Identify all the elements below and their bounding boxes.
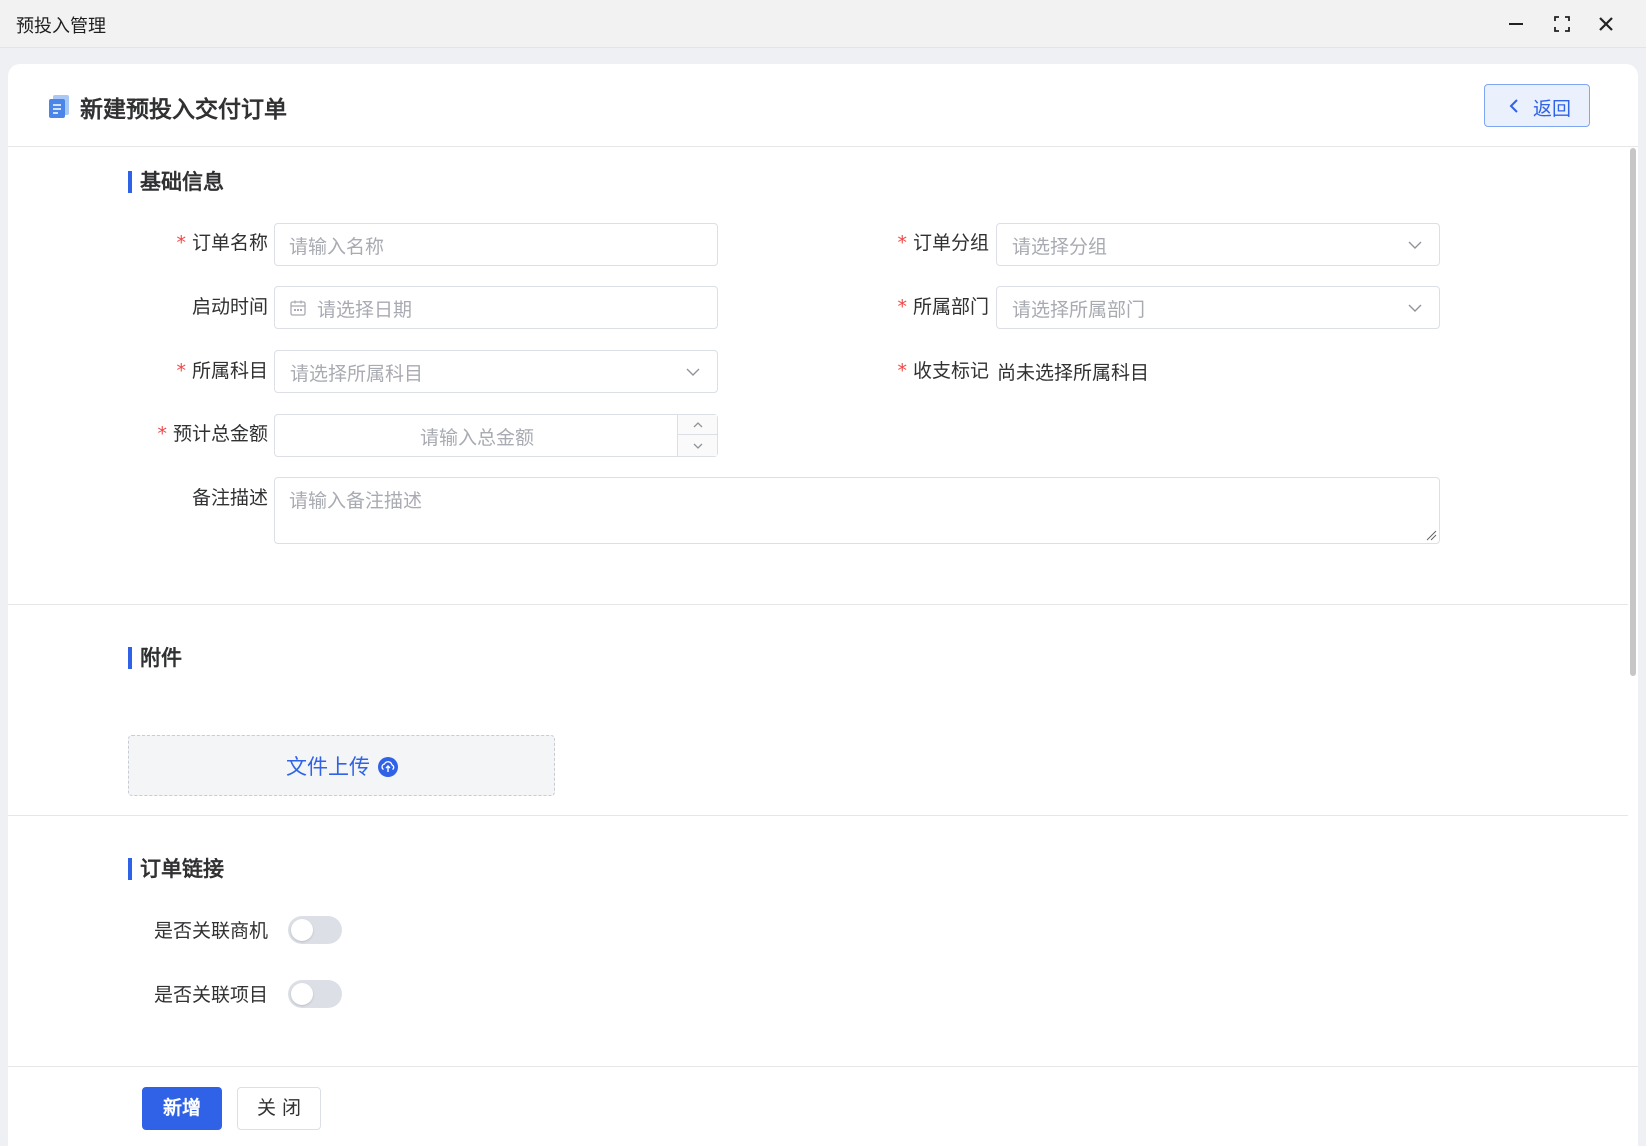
form-footer: 新增 关 闭 [8, 1066, 1638, 1146]
required-mark: * [897, 360, 907, 382]
section-title-basic: 基础信息 [128, 170, 224, 194]
order-name-label: * 订单名称 [176, 232, 268, 254]
order-group-placeholder: 请选择分组 [1012, 236, 1108, 258]
section-divider [8, 604, 1628, 605]
order-group-label: * 订单分组 [897, 232, 989, 254]
minimize-icon[interactable] [1500, 8, 1532, 40]
switch-knob [291, 919, 313, 941]
close-icon[interactable] [1590, 8, 1622, 40]
required-mark: * [157, 423, 167, 445]
amount-stepper [677, 415, 718, 456]
total-amount-input[interactable]: 请输入总金额 [274, 414, 718, 457]
scrollbar[interactable] [1630, 148, 1636, 676]
section-title-attachment: 附件 [128, 646, 182, 670]
department-select[interactable]: 请选择所属部门 [996, 286, 1440, 329]
page-header: 新建预投入交付订单 返回 [8, 64, 1638, 147]
link-project-switch[interactable] [288, 980, 342, 1008]
switch-knob [291, 983, 313, 1005]
order-name-input[interactable]: 请输入名称 [274, 223, 718, 266]
increase-button[interactable] [678, 415, 718, 435]
section-divider [8, 815, 1628, 816]
required-mark: * [176, 232, 186, 254]
upload-icon [378, 757, 398, 777]
resize-handle-icon[interactable] [1425, 529, 1437, 541]
remark-placeholder: 请输入备注描述 [289, 490, 423, 512]
close-button[interactable]: 关 闭 [237, 1087, 321, 1130]
link-project-label: 是否关联项目 [153, 984, 268, 1006]
subject-select[interactable]: 请选择所属科目 [274, 350, 718, 393]
order-name-placeholder: 请输入名称 [289, 236, 385, 258]
chevron-down-icon [1408, 241, 1422, 249]
income-expense-label: * 收支标记 [897, 360, 989, 382]
remark-label: 备注描述 [191, 487, 268, 509]
decrease-button[interactable] [678, 435, 718, 456]
back-button-label: 返回 [1533, 98, 1572, 120]
required-mark: * [897, 232, 907, 254]
maximize-icon[interactable] [1546, 8, 1578, 40]
back-button[interactable]: 返回 [1484, 84, 1590, 127]
required-mark: * [176, 360, 186, 382]
link-opportunity-label: 是否关联商机 [153, 920, 268, 942]
main-card: 新建预投入交付订单 返回 基础信息 * 订单名称 请输入名称 * 订单分组 请选择分… [8, 64, 1638, 1146]
window-title: 预投入管理 [16, 16, 106, 37]
subject-label: * 所属科目 [176, 360, 268, 382]
page-title: 新建预投入交付订单 [80, 97, 287, 123]
chevron-down-icon [686, 368, 700, 376]
order-group-select[interactable]: 请选择分组 [996, 223, 1440, 266]
chevron-left-icon [1509, 99, 1518, 113]
remark-textarea[interactable]: 请输入备注描述 [274, 477, 1440, 544]
department-placeholder: 请选择所属部门 [1012, 299, 1146, 321]
upload-label: 文件上传 [286, 755, 370, 779]
calendar-icon [290, 300, 306, 316]
chevron-down-icon [693, 443, 703, 449]
file-upload-button[interactable]: 文件上传 [128, 735, 555, 796]
start-date-placeholder: 请选择日期 [317, 299, 413, 321]
total-amount-placeholder: 请输入总金额 [419, 427, 534, 449]
income-expense-value: 尚未选择所属科目 [997, 362, 1150, 384]
submit-button[interactable]: 新增 [142, 1087, 222, 1130]
department-label: * 所属部门 [897, 296, 989, 318]
subject-placeholder: 请选择所属科目 [290, 363, 424, 385]
link-opportunity-switch[interactable] [288, 916, 342, 944]
section-title-order-link: 订单链接 [128, 857, 224, 881]
chevron-down-icon [1408, 304, 1422, 312]
required-mark: * [897, 296, 907, 318]
document-icon [49, 95, 69, 118]
chevron-up-icon [693, 422, 703, 428]
start-time-label: 启动时间 [191, 296, 268, 318]
window-titlebar: 预投入管理 [0, 0, 1646, 48]
start-date-picker[interactable]: 请选择日期 [274, 286, 718, 329]
total-amount-label: * 预计总金额 [157, 423, 268, 445]
